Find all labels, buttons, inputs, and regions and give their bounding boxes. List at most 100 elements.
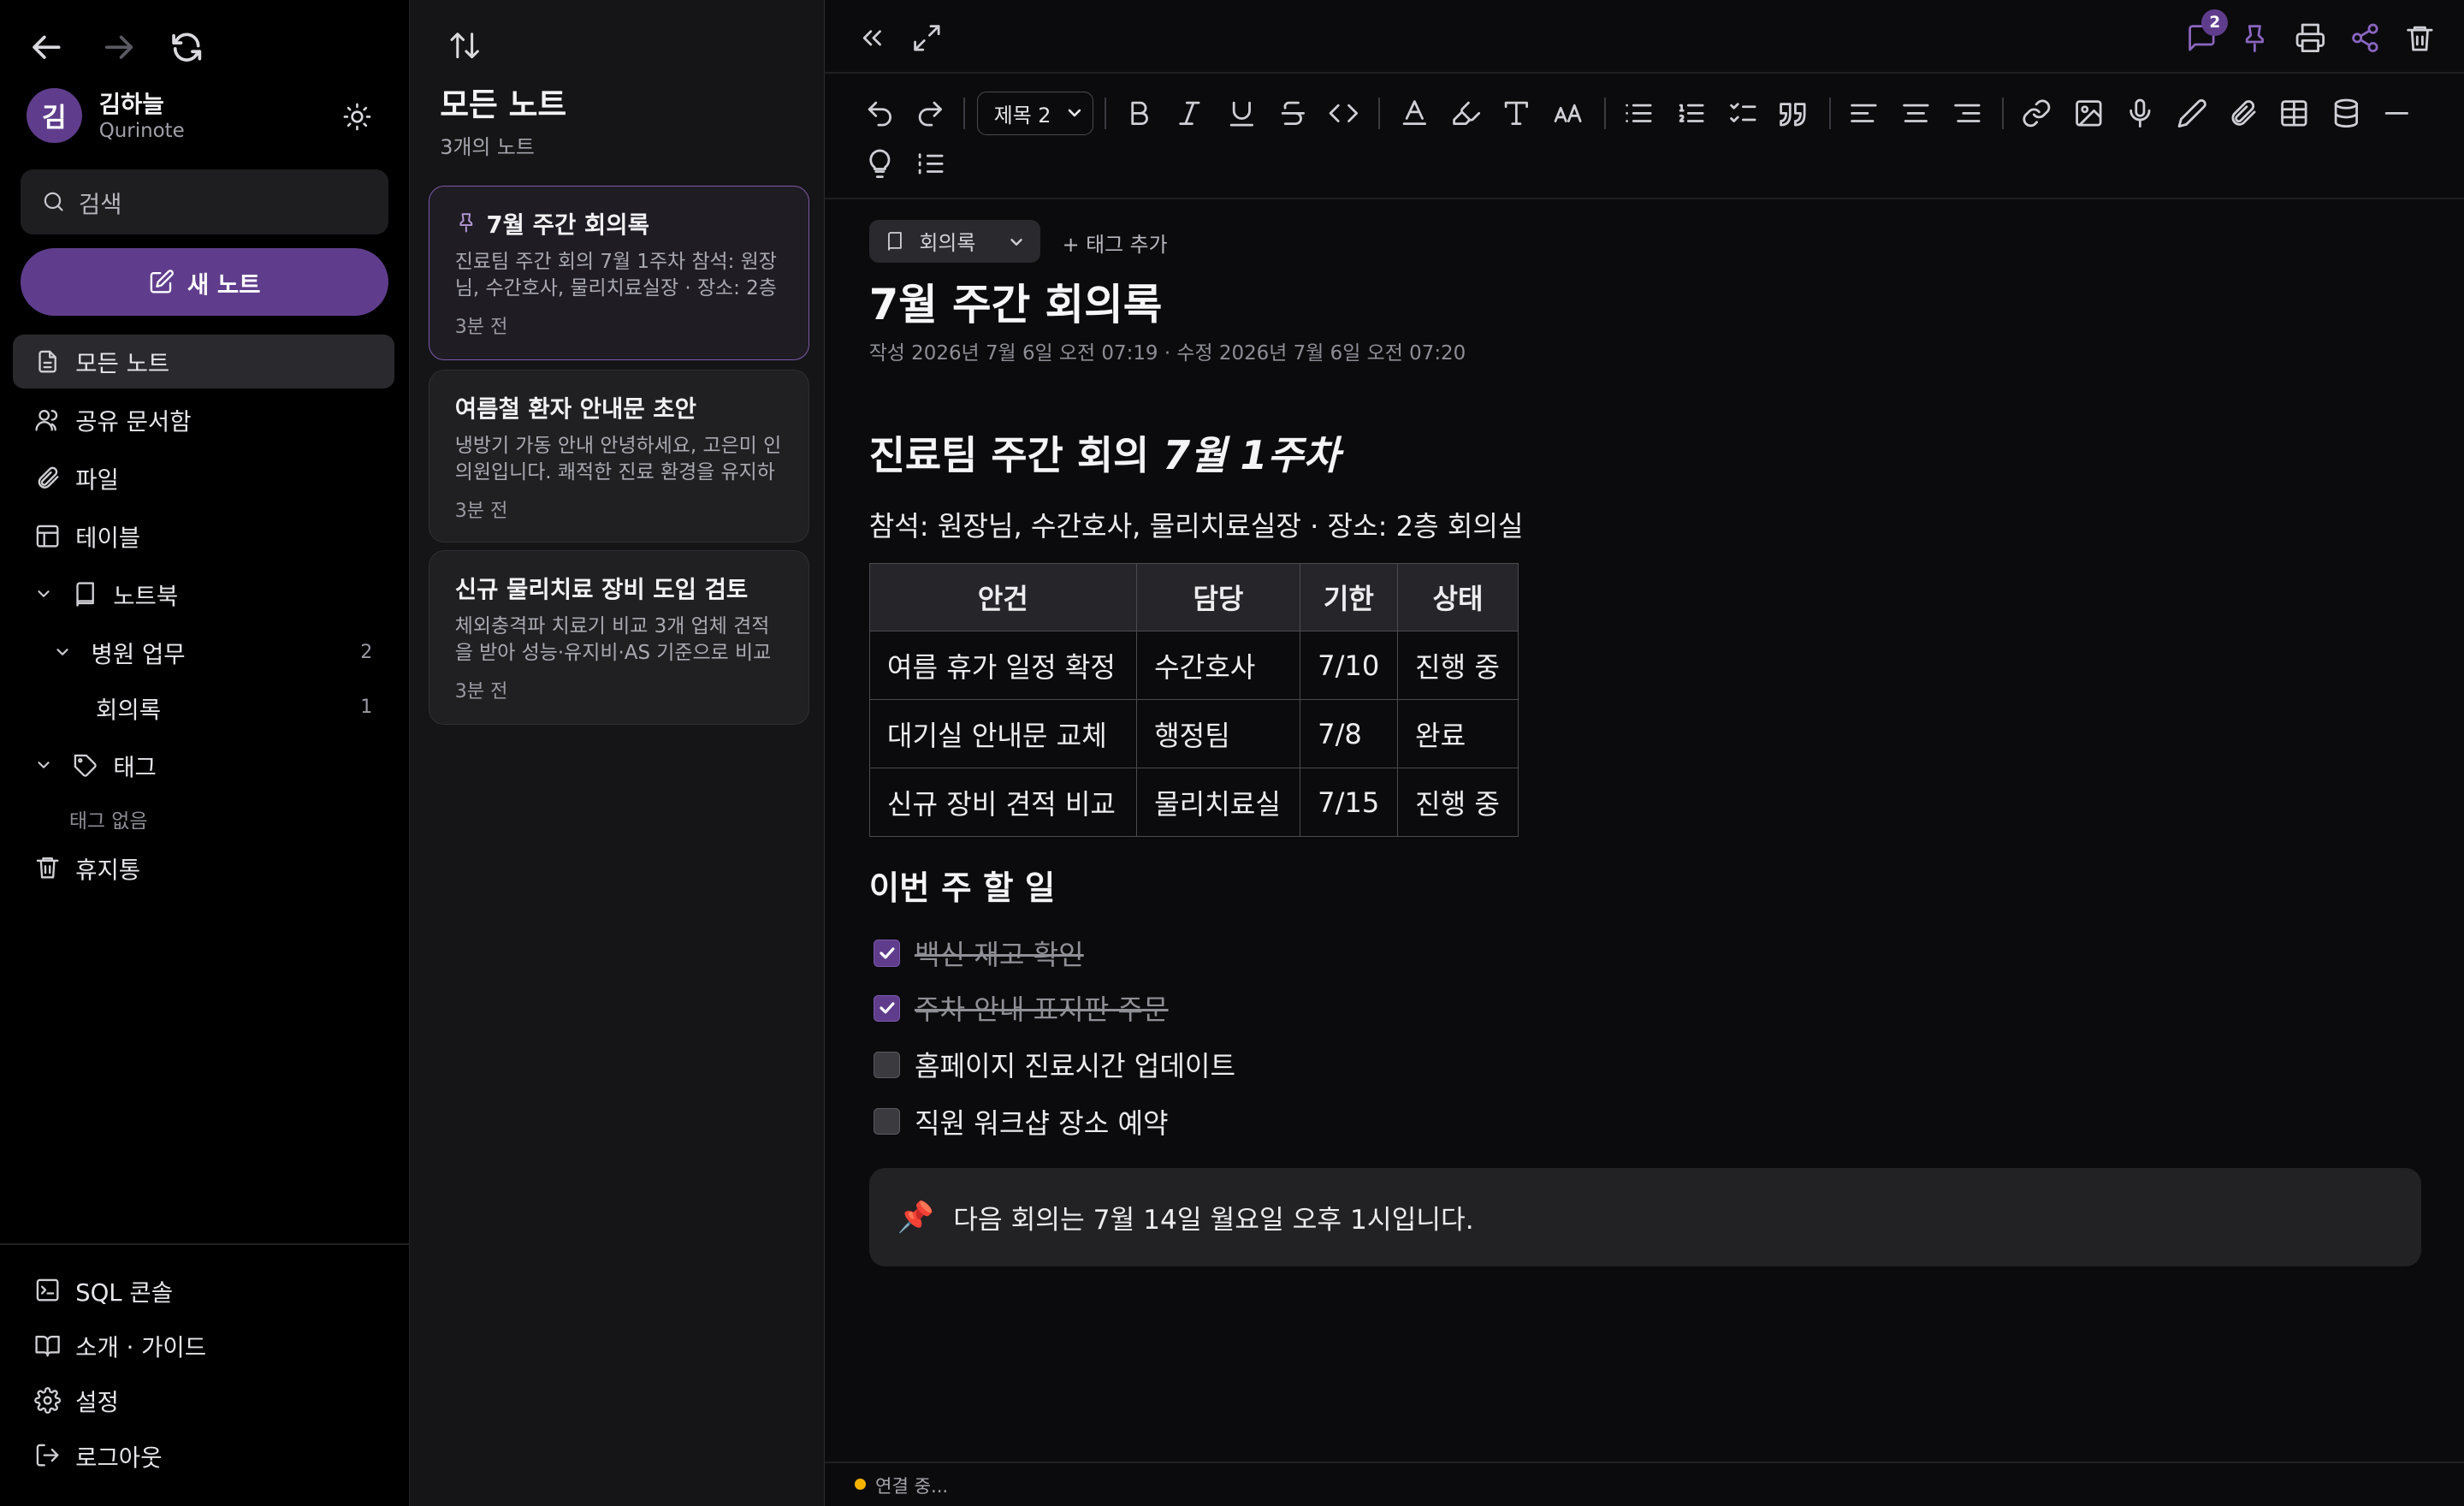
checkbox-unchecked-icon[interactable] [874, 1051, 901, 1078]
sidebar-item-shared[interactable]: 공유 문서함 [13, 393, 394, 446]
table-cell[interactable]: 7/15 [1299, 768, 1398, 838]
chevron-down-icon[interactable] [53, 643, 72, 661]
database-icon[interactable] [2331, 98, 2362, 129]
table-cell[interactable]: 물리치료실 [1135, 768, 1300, 838]
document-icon [34, 348, 61, 375]
sidebar-item-label: 파일 [75, 466, 119, 495]
table-icon[interactable] [2278, 98, 2310, 129]
back-arrow-icon[interactable] [30, 30, 64, 64]
attendees-paragraph[interactable]: 참석: 원장님, 수간호사, 물리치료실장 · 장소: 2층 회의실 [869, 505, 1524, 544]
sidebar-item-label: SQL 콘솔 [75, 1278, 174, 1307]
note-card[interactable]: 여름철 환자 안내문 초안 냉방기 가동 안내 안녕하세요, 고은미 인의원입니… [429, 369, 809, 543]
undo-icon[interactable] [864, 98, 896, 129]
task-text: 직원 워크샵 장소 예약 [914, 1106, 1169, 1140]
sidebar-item-minutes[interactable]: 회의록 1 [13, 680, 394, 733]
numbered-list-icon[interactable] [1675, 98, 1707, 129]
collapse-icon[interactable] [856, 22, 888, 54]
share-icon[interactable] [2349, 22, 2381, 54]
table-cell[interactable]: 대기실 안내문 교체 [868, 699, 1137, 769]
align-left-icon[interactable] [1848, 98, 1880, 129]
expand-icon[interactable] [911, 22, 943, 54]
lightbulb-icon[interactable] [864, 148, 896, 180]
image-icon[interactable] [2073, 98, 2105, 129]
callout-block[interactable]: 📌 다음 회의는 7월 14일 월요일 오후 1시입니다. [868, 1167, 2422, 1267]
todo-heading[interactable]: 이번 주 할 일 [869, 862, 1056, 910]
table-cell[interactable]: 여름 휴가 일정 확정 [868, 631, 1137, 701]
link-icon[interactable] [2021, 98, 2052, 129]
note-title[interactable]: 7월 주간 회의록 [869, 270, 1163, 332]
chevron-down-icon[interactable] [34, 584, 53, 603]
table-header: 담당 [1135, 562, 1300, 632]
table-cell[interactable]: 7/10 [1299, 631, 1398, 701]
sidebar-item-all-notes[interactable]: 모든 노트 [12, 335, 394, 388]
sidebar-item-trash[interactable]: 휴지통 [13, 841, 394, 894]
sidebar-item-settings[interactable]: 설정 [13, 1373, 394, 1426]
bullet-list-icon[interactable] [1623, 98, 1655, 129]
checklist-icon[interactable] [1727, 98, 1759, 129]
table-cell[interactable]: 진행 중 [1396, 768, 1519, 838]
microphone-icon[interactable] [2124, 98, 2156, 129]
new-note-label: 새 노트 [187, 270, 261, 299]
redo-icon[interactable] [915, 98, 946, 129]
checkbox-unchecked-icon[interactable] [874, 1107, 901, 1135]
checkbox-checked-icon[interactable] [874, 994, 901, 1022]
print-icon[interactable] [2295, 22, 2326, 54]
table-cell[interactable]: 완료 [1396, 699, 1519, 769]
notebook-select[interactable]: 회의록 [868, 220, 1040, 263]
quote-icon[interactable] [1777, 98, 1809, 129]
notebook-count: 2 [360, 641, 373, 663]
trash-icon[interactable] [2404, 22, 2436, 54]
task-item[interactable]: 홈페이지 진료시간 업데이트 [874, 1045, 1235, 1084]
italic-icon[interactable] [1174, 98, 1205, 129]
avatar[interactable]: 김 [27, 87, 82, 144]
sidebar-item-tags[interactable]: 태그 [13, 738, 394, 792]
font-size-icon[interactable] [1553, 98, 1584, 129]
agenda-table[interactable]: 안건 담당 기한 상태 여름 휴가 일정 확정 수간호사 7/10 진행 중 대… [868, 562, 1519, 838]
underline-icon[interactable] [1226, 98, 1258, 129]
toc-icon[interactable] [915, 148, 946, 180]
note-title: 여름철 환자 안내문 초안 [454, 394, 696, 423]
font-icon[interactable] [1501, 98, 1532, 129]
align-center-icon[interactable] [1900, 98, 1932, 129]
sidebar-item-notebooks[interactable]: 노트북 [13, 567, 394, 620]
sidebar-item-hospital[interactable]: 병원 업무 2 [13, 626, 394, 679]
table-cell[interactable]: 진행 중 [1396, 631, 1519, 701]
sun-icon[interactable] [342, 102, 372, 132]
sort-icon[interactable] [447, 28, 482, 62]
sidebar-item-sql-console[interactable]: SQL 콘솔 [13, 1264, 394, 1317]
forward-arrow-icon[interactable] [101, 30, 135, 64]
add-tag-button[interactable]: + 태그 추가 [1063, 228, 1168, 258]
pin-icon[interactable] [2239, 22, 2271, 54]
table-cell[interactable]: 신규 장비 견적 비교 [868, 768, 1137, 838]
highlighter-icon[interactable] [1450, 98, 1482, 129]
doc-heading[interactable]: 진료팀 주간 회의 7월 1주차 [869, 424, 1340, 481]
chevron-down-icon[interactable] [34, 756, 53, 774]
strikethrough-icon[interactable] [1277, 98, 1309, 129]
search-input[interactable]: 검색 [20, 169, 388, 234]
bold-icon[interactable] [1123, 98, 1155, 129]
refresh-icon[interactable] [169, 30, 204, 64]
task-item[interactable]: 직원 워크샵 장소 예약 [874, 1102, 1169, 1141]
note-card[interactable]: 신규 물리치료 장비 도입 검토 체외충격파 치료기 비교 3개 업체 견적을 … [429, 549, 809, 725]
note-title: 7월 주간 회의록 [486, 210, 649, 239]
text-color-icon[interactable] [1399, 98, 1430, 129]
table-cell[interactable]: 수간호사 [1135, 631, 1300, 701]
attach-icon[interactable] [2227, 98, 2259, 129]
note-card[interactable]: 7월 주간 회의록 진료팀 주간 회의 7월 1주차 참석: 원장님, 수간호사… [429, 185, 809, 360]
chevron-down-icon [1007, 233, 1026, 252]
heading-select[interactable]: 제목 2 [977, 91, 1094, 135]
table-cell[interactable]: 7/8 [1299, 699, 1398, 769]
code-icon[interactable] [1328, 98, 1359, 129]
task-item[interactable]: 주차 안내 표지판 주문 [874, 988, 1169, 1028]
task-item[interactable]: 백신 재고 확인 [874, 934, 1084, 973]
horizontal-rule-icon[interactable] [2381, 98, 2413, 129]
checkbox-checked-icon[interactable] [874, 940, 901, 967]
pen-icon[interactable] [2177, 98, 2208, 129]
new-note-button[interactable]: 새 노트 [20, 248, 388, 317]
align-right-icon[interactable] [1952, 98, 1983, 129]
sidebar-item-tables[interactable]: 테이블 [13, 509, 394, 562]
table-cell[interactable]: 행정팀 [1135, 699, 1300, 769]
sidebar-item-logout[interactable]: 로그아웃 [13, 1429, 394, 1482]
sidebar-item-guide[interactable]: 소개 · 가이드 [13, 1319, 394, 1372]
sidebar-item-files[interactable]: 파일 [13, 451, 394, 504]
